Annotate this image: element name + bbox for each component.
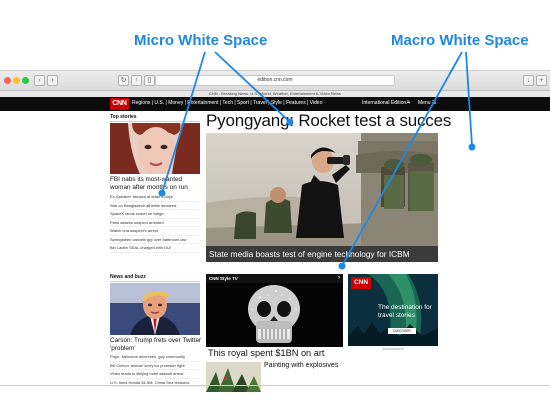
list-item[interactable]: Bin Laden SEAL charged with DUI xyxy=(110,244,200,253)
style-tv-secondary[interactable]: Painting with explosives xyxy=(264,362,338,369)
top-stories-header: Top stories xyxy=(110,114,200,122)
news-buzz-list: Pope, Melcome divorcees, gay community B… xyxy=(110,353,200,387)
list-item[interactable]: War on Bangladesh atheists declared xyxy=(110,202,200,210)
list-item[interactable]: SpaceX lands rocket on barge xyxy=(110,210,200,219)
cnn-logo[interactable]: CNN xyxy=(110,98,129,110)
list-item[interactable]: Video leads to Beijing hotel assault arr… xyxy=(110,370,200,379)
menu-label: Menu xyxy=(418,100,431,106)
tabs-icon[interactable]: + xyxy=(536,75,547,86)
ad-label: Advertisement xyxy=(382,347,404,351)
list-item[interactable]: Pope, Melcome divorcees, gay community xyxy=(110,353,200,362)
close-window-icon[interactable] xyxy=(4,77,11,84)
painting-photo[interactable] xyxy=(206,362,261,392)
edition-selector[interactable]: International Edition + xyxy=(362,100,411,106)
main-headline[interactable]: Pyongyang: Rocket test a succes xyxy=(206,111,451,131)
style-tv-caption[interactable]: This royal spent $1BN on art xyxy=(206,347,343,362)
micro-white-space-label: Micro White Space xyxy=(134,32,268,49)
main-story-photo[interactable] xyxy=(206,133,438,246)
list-item[interactable]: Ex-Speaker 'abused at least 4 boys' xyxy=(110,193,200,202)
news-buzz-header: News and buzz xyxy=(110,274,200,282)
travel-advertisement[interactable]: CNN The destination for travel stories D… xyxy=(348,274,438,346)
diamond-skull-photo[interactable] xyxy=(206,283,343,347)
style-tv-header[interactable]: CNN Style TV › xyxy=(206,274,343,283)
news-buzz-lead[interactable]: Carson: Trump frets over Twitter 'proble… xyxy=(110,337,202,352)
downloads-icon[interactable]: ↓ xyxy=(523,75,534,86)
list-item[interactable]: Paris attacks suspect arrested xyxy=(110,219,200,227)
bookmark-icon[interactable]: ▯ xyxy=(144,75,155,86)
minimize-window-icon[interactable] xyxy=(13,77,20,84)
list-item[interactable]: Springsteen cancels gig over bathroom la… xyxy=(110,236,200,244)
top-stories-list: Ex-Speaker 'abused at least 4 boys' War … xyxy=(110,193,200,253)
ad-text: The destination for travel stories xyxy=(378,304,432,319)
back-icon[interactable]: ‹ xyxy=(34,75,45,86)
forward-icon[interactable]: › xyxy=(47,75,58,86)
main-story-caption[interactable]: State media boasts test of engine techno… xyxy=(206,246,438,262)
style-tv-label: CNN Style TV xyxy=(209,276,238,281)
discover-button[interactable]: DISCOVER xyxy=(388,328,416,334)
url-bar[interactable]: edition.cnn.com xyxy=(155,75,395,86)
woman-photo[interactable] xyxy=(110,123,200,174)
trump-photo[interactable] xyxy=(110,283,200,335)
menu-button[interactable]: Menu ☰ xyxy=(418,100,436,106)
list-item[interactable]: Watch ona suspect's arrest xyxy=(110,227,200,236)
reload-icon[interactable]: ↻ xyxy=(118,75,129,86)
macro-white-space-label: Macro White Space xyxy=(391,32,529,49)
nav-links[interactable]: Regions | U.S. | Money | Entertainment |… xyxy=(132,100,322,106)
list-item[interactable]: Bill Clinton 'almost' sorry for proteste… xyxy=(110,362,200,370)
top-stories-lead[interactable]: FBI nabs its most-wanted woman after mon… xyxy=(110,176,202,191)
share-icon[interactable]: ↑ xyxy=(131,75,142,86)
search-icon[interactable]: ⌕ xyxy=(406,99,410,107)
chevron-right-icon[interactable]: › xyxy=(338,274,340,283)
browser-toolbar: ‹ › ↻ ↑ ▯ edition.cnn.com ↓ + xyxy=(0,71,550,91)
ad-cnn-logo: CNN xyxy=(351,277,371,289)
divider xyxy=(0,385,550,386)
cnn-nav-bar: CNN Regions | U.S. | Money | Entertainme… xyxy=(0,97,550,111)
zoom-window-icon[interactable] xyxy=(22,77,29,84)
